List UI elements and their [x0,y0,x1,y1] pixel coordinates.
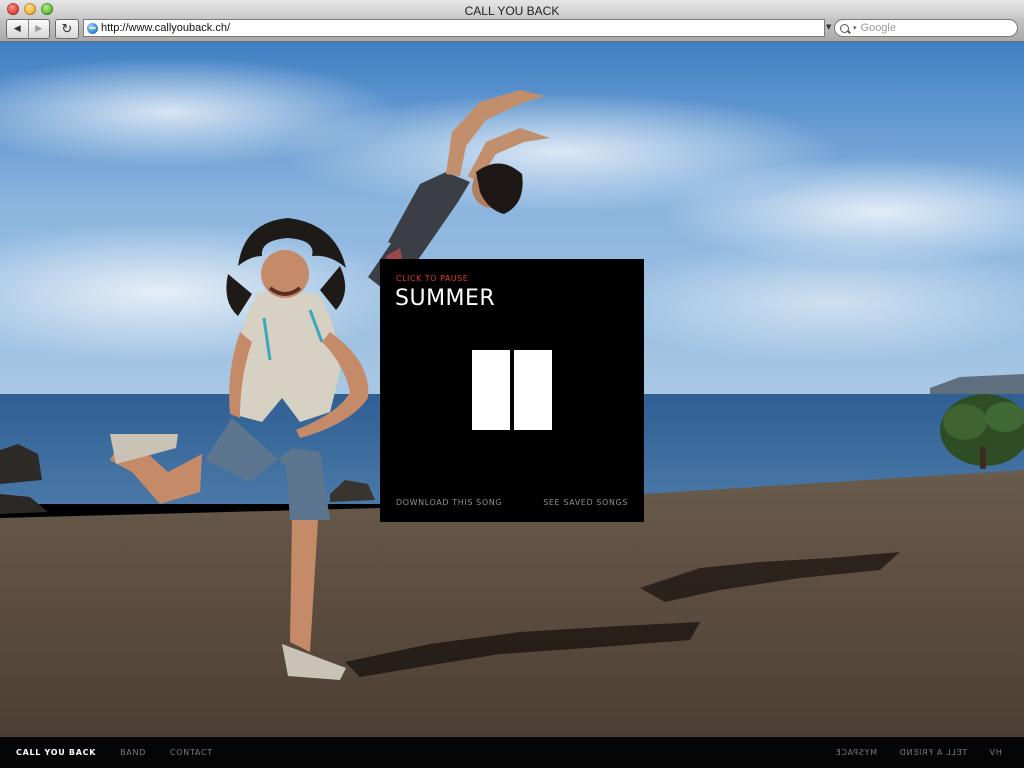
hv-link[interactable]: HV [989,748,1002,757]
address-bar[interactable]: http://www.callyouback.ch/ [83,19,825,37]
back-button[interactable]: ◀ [7,20,29,38]
footer-left-links: CALL YOU BACK BAND CONTACT [16,737,237,768]
pause-button[interactable] [472,350,552,430]
footer-nav: CALL YOU BACK BAND CONTACT HV TELL A FRI… [0,737,1024,768]
minimize-window-button[interactable] [24,3,36,15]
reload-icon: ↻ [61,21,73,37]
browser-toolbar: ◀ ▶ ↻ http://www.callyouback.ch/ ▼ ▾ Goo… [0,18,1024,42]
globe-icon [87,22,98,34]
chevron-down-icon[interactable]: ▾ [853,24,857,32]
contact-link[interactable]: CONTACT [170,748,213,757]
nav-button-group: ◀ ▶ [6,19,50,39]
web-page: CLICK TO PAUSE SUMMER DOWNLOAD THIS SONG… [0,42,1024,737]
download-song-link[interactable]: DOWNLOAD THIS SONG [396,498,502,507]
url-dropdown-icon[interactable]: ▼ [826,23,831,31]
browser-window: CALL YOU BACK ◀ ▶ ↻ http://www.callyouba… [0,0,1024,768]
search-icon [840,23,849,33]
close-window-button[interactable] [7,3,19,15]
saved-songs-link[interactable]: SEE SAVED SONGS [543,498,628,507]
forward-button[interactable]: ▶ [29,20,50,38]
back-arrow-icon: ◀ [13,24,21,34]
reload-button[interactable]: ↻ [55,19,79,39]
pause-icon-bar-left [472,350,510,430]
search-field[interactable]: ▾ Google [834,19,1018,37]
click-to-pause-label[interactable]: CLICK TO PAUSE [396,274,468,283]
brand-link[interactable]: CALL YOU BACK [16,748,96,757]
url-text[interactable]: http://www.callyouback.ch/ [101,22,230,34]
pause-icon-bar-right [514,350,552,430]
music-player: CLICK TO PAUSE SUMMER DOWNLOAD THIS SONG… [380,259,644,522]
myspace-link[interactable]: MYSPACE [835,748,877,757]
search-placeholder: Google [860,22,896,34]
footer-right-links: HV TELL A FRIEND MYSPACE [813,737,1002,768]
song-title: SUMMER [395,286,496,311]
forward-arrow-icon: ▶ [35,24,43,34]
band-link[interactable]: BAND [120,748,146,757]
title-bar: CALL YOU BACK [0,0,1024,18]
zoom-window-button[interactable] [41,3,53,15]
tell-a-friend-link[interactable]: TELL A FRIEND [899,748,967,757]
